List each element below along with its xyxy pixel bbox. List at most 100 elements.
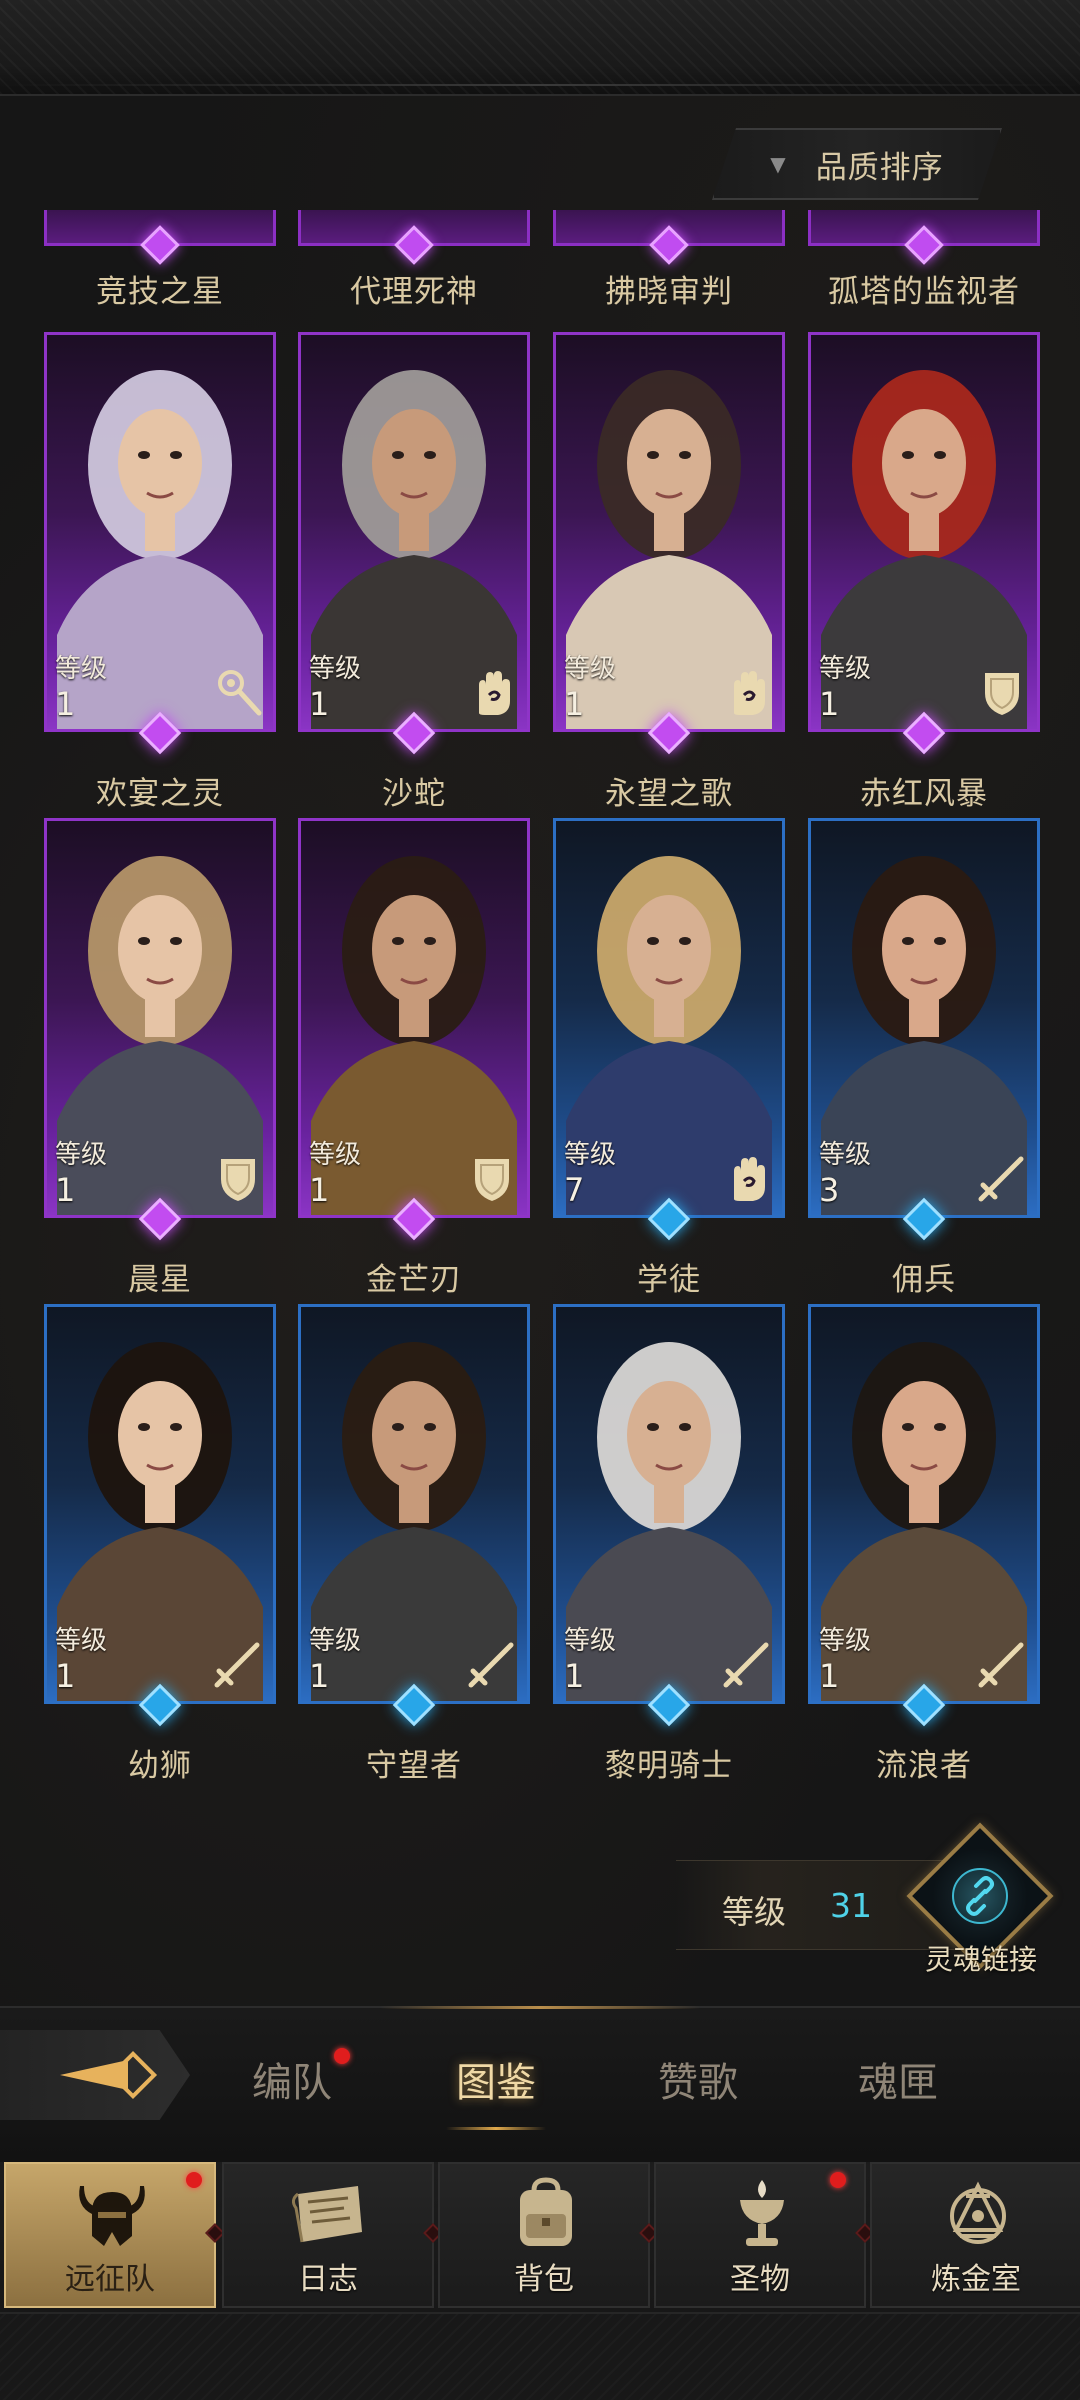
nav-journal[interactable]: 日志	[222, 2162, 434, 2308]
hero-card[interactable]: 等级 1	[553, 332, 785, 755]
hero-card-frame: 等级 1	[298, 818, 530, 1218]
hero-level-value: 1	[564, 685, 585, 723]
hero-card-frame: 等级 3	[808, 818, 1040, 1218]
sword-icon	[211, 1637, 265, 1691]
hero-card-frame: 等级 1	[298, 1304, 530, 1704]
top-ornament-frame	[0, 0, 1080, 96]
bottom-ornament-strip	[0, 2312, 1080, 2400]
hero-name: 欢宴之灵	[96, 776, 224, 812]
sword-icon	[720, 1637, 774, 1691]
sort-button-label: 品质排序	[815, 149, 944, 186]
horned-helmet-icon	[79, 2186, 145, 2246]
nav-backpack-label: 背包	[514, 2262, 574, 2297]
hero-level-value: 7	[564, 1171, 585, 1209]
soul-link-label: 灵魂链接	[924, 1943, 1037, 1976]
hero-card[interactable]: 等级 1	[298, 332, 530, 755]
hero-name: 流浪者	[876, 1748, 972, 1784]
hero-level-label: 等级	[819, 1140, 872, 1170]
rarity-gem-icon	[140, 225, 180, 265]
hero-card-frame: 等级 1	[44, 332, 276, 732]
hero-name: 学徒	[637, 1262, 701, 1298]
hero-card[interactable]: 等级 7	[553, 818, 785, 1241]
nav-journal-label: 日志	[298, 2262, 358, 2297]
hero-level-label: 等级	[564, 1140, 617, 1170]
hero-card-clipped[interactable]	[808, 210, 1040, 265]
hero-name: 永望之歌	[605, 776, 733, 812]
hero-card[interactable]: 等级 1	[808, 332, 1040, 755]
hero-card[interactable]: 等级 1	[553, 1304, 785, 1727]
hero-card-frame: 等级 1	[44, 1304, 276, 1704]
hero-level-value: 1	[55, 1171, 76, 1209]
hero-card-frame: 等级 1	[298, 332, 530, 732]
sword-icon	[975, 1151, 1029, 1205]
hero-level-label: 等级	[309, 1140, 362, 1170]
hero-level-label: 等级	[309, 1626, 362, 1656]
hero-level-label: 等级	[819, 654, 872, 684]
hero-level-value: 1	[309, 1657, 330, 1695]
hand-icon	[720, 1151, 774, 1205]
hero-name: 晨星	[128, 1262, 192, 1298]
hero-card-frame: 等级 1	[44, 818, 276, 1218]
sword-icon	[465, 1637, 519, 1691]
hero-name: 拂晓审判	[605, 274, 733, 310]
hero-card[interactable]: 等级 1	[44, 1304, 276, 1727]
hero-name: 幼狮	[128, 1748, 192, 1784]
backpack-icon	[520, 2177, 572, 2246]
shield-icon	[465, 1151, 519, 1205]
hero-card-clipped[interactable]	[553, 210, 785, 265]
tab-hymn[interactable]: 赞歌	[628, 2050, 768, 2108]
hero-card[interactable]: 等级 3	[808, 818, 1040, 1241]
nav-expedition[interactable]: 远征队	[4, 2162, 216, 2308]
hero-card-frame: 等级 1	[808, 1304, 1040, 1704]
hero-level-value: 1	[55, 685, 76, 723]
hero-name: 黎明骑士	[605, 1748, 733, 1784]
hero-card-clipped[interactable]	[44, 210, 276, 265]
shield-icon	[975, 665, 1029, 719]
quality-sort-button[interactable]: ▼ 品质排序	[712, 128, 1002, 200]
nav-backpack[interactable]: 背包	[438, 2162, 650, 2308]
hero-level-label: 等级	[55, 1140, 108, 1170]
notification-dot	[830, 2172, 846, 2188]
hero-card[interactable]: 等级 1	[44, 818, 276, 1241]
alchemy-icon	[950, 2181, 1006, 2244]
rarity-gem-icon	[649, 225, 689, 265]
hero-card-clipped[interactable]	[298, 210, 530, 265]
nav-expedition-label: 远征队	[65, 2262, 155, 2297]
tab-compendium-label: 图鉴	[456, 2060, 536, 2106]
nav-alchemy-label: 炼金室	[931, 2262, 1021, 2297]
hero-name: 竞技之星	[96, 274, 224, 310]
tab-soul-box-label: 魂匣	[858, 2060, 938, 2106]
team-level-label: 等级	[722, 1893, 787, 1931]
hero-level-label: 等级	[55, 1626, 108, 1656]
hero-level-value: 1	[564, 1657, 585, 1695]
hero-level-label: 等级	[564, 654, 617, 684]
team-level-value: 31	[830, 1886, 872, 1925]
hero-card-frame: 等级 1	[808, 332, 1040, 732]
notification-dot	[334, 2048, 350, 2064]
hero-level-value: 1	[55, 1657, 76, 1695]
hero-level-value: 3	[819, 1171, 840, 1209]
dropdown-triangle-icon: ▼	[770, 152, 786, 176]
hero-name: 孤塔的监视者	[828, 274, 1020, 310]
tab-soul-box[interactable]: 魂匣	[828, 2050, 968, 2108]
sword-icon	[975, 1637, 1029, 1691]
hero-card-frame: 等级 1	[553, 1304, 785, 1704]
hero-card[interactable]: 等级 1	[808, 1304, 1040, 1727]
hero-level-value: 1	[819, 685, 840, 723]
soul-link-button[interactable]: 灵魂链接	[906, 1822, 1056, 1980]
nav-relics-label: 圣物	[730, 2262, 790, 2297]
tab-compendium[interactable]: 图鉴	[426, 2050, 566, 2130]
chain-link-icon	[952, 1868, 1008, 1924]
nav-alchemy[interactable]: 炼金室	[870, 2162, 1080, 2308]
hero-card-frame: 等级 7	[553, 818, 785, 1218]
back-button[interactable]	[0, 2030, 190, 2120]
hero-card[interactable]: 等级 1	[298, 1304, 530, 1727]
hero-level-label: 等级	[564, 1626, 617, 1656]
tab-formation-label: 编队	[252, 2060, 332, 2106]
hand-icon	[720, 665, 774, 719]
tab-hymn-label: 赞歌	[658, 2060, 738, 2106]
hero-card[interactable]: 等级 1	[44, 332, 276, 755]
hero-card[interactable]: 等级 1	[298, 818, 530, 1241]
hero-level-label: 等级	[819, 1626, 872, 1656]
hero-name: 佣兵	[892, 1262, 956, 1298]
